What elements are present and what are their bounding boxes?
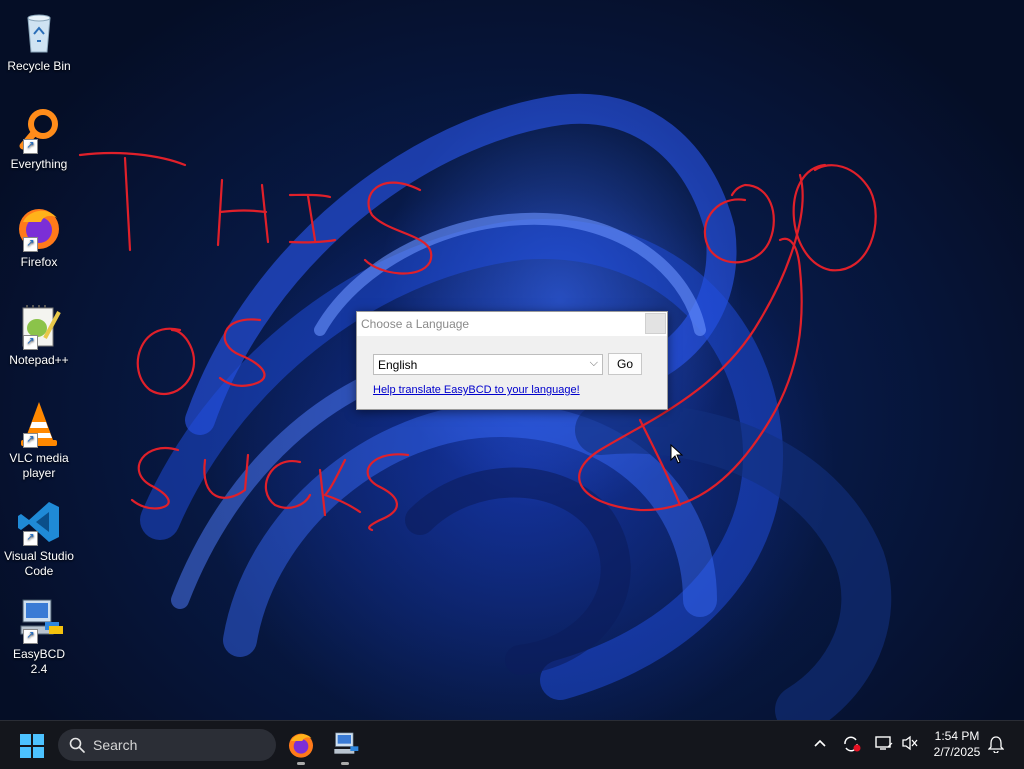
desktop-icon-everything[interactable]: ↗ Everything [4, 106, 74, 172]
notepad-plus-plus-icon: ↗ [15, 302, 63, 350]
firefox-icon [289, 733, 313, 758]
desktop-icon-recycle-bin[interactable]: Recycle Bin [4, 8, 74, 74]
language-select[interactable]: English ⌵ [373, 354, 603, 375]
choose-language-dialog: Choose a Language English ⌵ Go Help tran… [356, 311, 668, 410]
mouse-cursor-icon [670, 444, 684, 464]
shortcut-arrow-icon: ↗ [23, 433, 38, 448]
dialog-title: Choose a Language [361, 317, 470, 331]
vlc-icon: ↗ [15, 400, 63, 448]
volume-muted-icon [902, 735, 918, 751]
go-button[interactable]: Go [608, 353, 642, 375]
shortcut-arrow-icon: ↗ [23, 237, 38, 252]
easybcd-icon [334, 732, 359, 754]
language-select-value: English [378, 358, 418, 372]
taskbar: Search 1:54 PM 2/7/2025 [0, 720, 1024, 769]
notifications-button[interactable] [987, 735, 1005, 758]
clock-time: 1:54 PM [934, 729, 980, 743]
help-translate-link[interactable]: Help translate EasyBCD to your language! [373, 384, 580, 396]
shortcut-arrow-icon: ↗ [23, 531, 38, 546]
running-indicator [297, 762, 305, 765]
desktop-icon-vlc[interactable]: ↗ VLC media player [4, 400, 74, 481]
chevron-down-icon: ⌵ [589, 357, 598, 369]
search-icon [69, 737, 85, 753]
show-hidden-icons-button[interactable] [812, 735, 828, 756]
desktop-icon-vscode[interactable]: ↗ Visual Studio Code [4, 498, 74, 579]
windows-logo-icon [20, 734, 44, 758]
running-indicator [341, 762, 349, 765]
easybcd-icon: ↗ [15, 596, 63, 644]
search-label: Search [93, 737, 138, 753]
tray-sync-status[interactable] [842, 735, 862, 758]
chevron-up-icon [814, 739, 826, 747]
desktop-icon-notepad-plus-plus[interactable]: ↗ Notepad++ [4, 302, 74, 368]
shortcut-arrow-icon: ↗ [23, 139, 38, 154]
network-icon [875, 736, 893, 750]
shortcut-arrow-icon: ↗ [23, 335, 38, 350]
close-button[interactable] [645, 313, 666, 334]
desktop-icon-firefox[interactable]: ↗ Firefox [4, 204, 74, 270]
vscode-icon: ↗ [15, 498, 63, 546]
start-button[interactable] [20, 734, 44, 758]
taskbar-search-box[interactable]: Search [58, 729, 276, 761]
taskbar-app-firefox[interactable] [285, 729, 317, 765]
sync-alert-icon [844, 736, 861, 752]
firefox-icon: ↗ [15, 204, 63, 252]
bell-icon [987, 736, 1005, 754]
taskbar-app-easybcd[interactable] [329, 729, 361, 765]
shortcut-arrow-icon: ↗ [23, 629, 38, 644]
dialog-titlebar[interactable]: Choose a Language [357, 312, 667, 336]
desktop: Recycle Bin ↗ Everything ↗ Firefox ↗ Not… [0, 0, 1024, 720]
everything-search-icon: ↗ [15, 106, 63, 154]
taskbar-clock[interactable]: 1:54 PM 2/7/2025 [926, 728, 988, 760]
tray-network[interactable] [875, 735, 893, 756]
tray-volume[interactable] [901, 735, 919, 756]
desktop-icon-easybcd[interactable]: ↗ EasyBCD 2.4 [4, 596, 74, 677]
recycle-bin-icon [15, 8, 63, 56]
clock-date: 2/7/2025 [933, 745, 981, 759]
